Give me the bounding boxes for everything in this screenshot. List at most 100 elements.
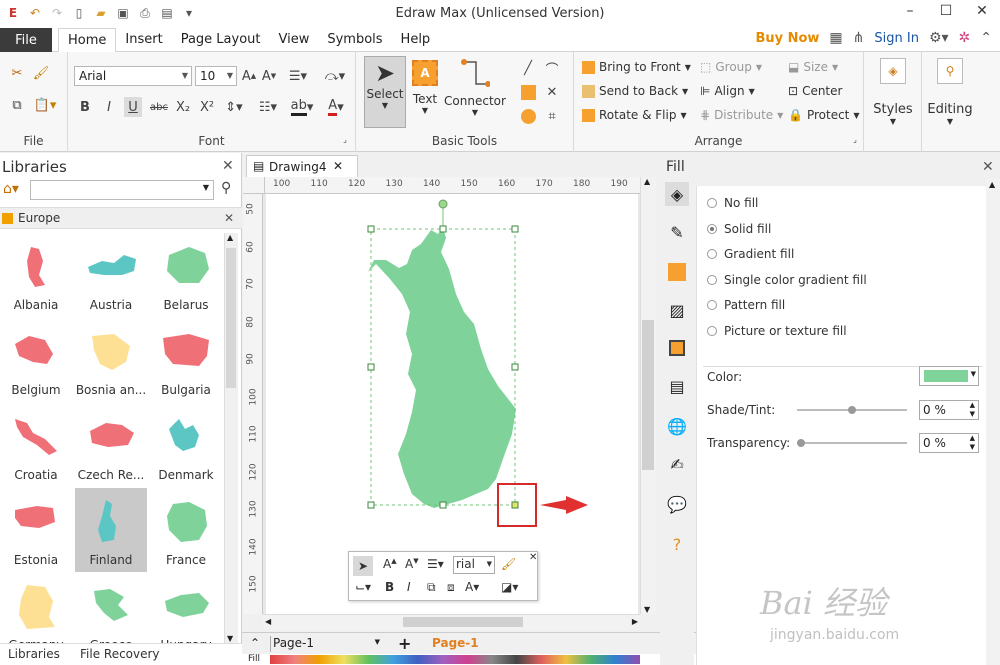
theme-icon[interactable]: ✲ [959,30,971,46]
library-item-france[interactable]: France [150,488,222,572]
document-close-icon[interactable]: ✕ [333,159,343,173]
file-recovery-tab[interactable]: File Recovery [80,647,160,661]
fill-option-picture-or-texture-fill[interactable]: Picture or texture fill [707,324,847,338]
library-item-albania[interactable]: Albania [0,233,72,317]
finland-shape[interactable] [368,228,516,508]
shrink-font-icon[interactable]: A ▼ [260,66,278,86]
shade-input[interactable]: 0 % ▲ ▼ [919,400,979,420]
handle-bottom-right[interactable] [511,501,519,509]
transparency-slider-knob[interactable] [797,439,805,447]
copy-icon[interactable]: ⧉ [8,96,26,114]
fill-panel-scrollbar[interactable]: ▲ [986,178,1000,665]
handle-top-middle[interactable] [439,225,447,233]
tab-help[interactable]: Help [392,28,440,52]
fill-option-pattern-fill[interactable]: Pattern fill [707,298,785,312]
font-family-select[interactable]: Arial ▼ [74,66,192,86]
add-page-icon[interactable]: + [398,634,411,653]
rotate-flip-button[interactable]: Rotate & Flip ▼ [582,108,687,122]
bold-icon[interactable]: B [76,97,94,117]
line-tool-icon[interactable]: ╱ [518,58,538,78]
canvas-horizontal-scrollbar[interactable]: ◀ ▶ [263,614,640,630]
mini-italic-icon[interactable]: I [407,580,411,594]
mini-shrink-font-icon[interactable]: A▼ [405,557,419,571]
color-palette[interactable] [270,655,640,664]
shade-slider-knob[interactable] [848,406,856,414]
library-item-estonia[interactable]: Estonia [0,488,72,572]
libraries-tab[interactable]: Libraries [8,647,60,661]
rotation-handle[interactable] [438,199,448,209]
home-icon[interactable]: ⌂▾ [3,181,19,197]
mini-send-back-icon[interactable]: ⧈ [447,580,455,595]
store-icon[interactable]: ▦ [829,30,842,46]
handle-middle-left[interactable] [367,363,375,371]
library-item-belgium[interactable]: Belgium [0,318,72,402]
arc-tool-icon[interactable]: ⌒ [542,58,562,78]
fill-option-gradient-fill[interactable]: Gradient fill [707,247,794,261]
text-spacing-icon[interactable]: ⤼▾ [320,66,350,86]
transparency-input[interactable]: 0 % ▲ ▼ [919,433,979,453]
rectangle-tool-icon[interactable] [518,82,538,102]
bullets-icon[interactable]: ☷▾ [254,97,282,117]
canvas-vertical-thumb[interactable] [642,320,654,470]
paste-icon[interactable]: 📋▾ [32,96,58,114]
superscript-icon[interactable]: X² [198,97,216,117]
help-icon[interactable]: ? [665,532,689,556]
mini-align-icon[interactable]: ☰▾ [427,557,444,571]
library-item-denmark[interactable]: Denmark [150,403,222,487]
mini-font-color-icon[interactable]: A▾ [465,580,479,594]
fill-option-solid-fill[interactable]: Solid fill [707,222,771,236]
line-style-icon[interactable]: ✎ [665,220,689,244]
settings-gear-icon[interactable]: ⚙▾ [929,30,949,46]
tab-page-layout[interactable]: Page Layout [172,28,270,52]
page-icon[interactable]: ▤ [665,374,689,398]
library-item-bulgaria[interactable]: Bulgaria [150,318,222,402]
library-item-greece[interactable]: Greece [75,573,147,643]
connector-button[interactable]: Connector ▼ [444,56,506,128]
cut-icon[interactable]: ✂ [8,64,26,82]
mini-format-painter-icon[interactable]: 🖌 [501,557,516,571]
libraries-close-icon[interactable]: ✕ [222,158,234,174]
library-item-hungary[interactable]: Hungary [150,573,222,643]
page-select[interactable]: Page-1 ▼ [270,636,382,652]
image-icon[interactable]: ▨ [665,298,689,322]
library-item-germany[interactable]: Germany [0,573,72,643]
align-button[interactable]: ⊫ Align ▼ [700,84,755,98]
maximize-icon[interactable]: ☐ [928,0,964,22]
size-button[interactable]: ⬓ Size ▼ [788,60,838,74]
mini-bold-icon[interactable]: B [385,580,394,594]
handle-bottom-left[interactable] [367,501,375,509]
editing-button[interactable]: ⚲ Editing ▼ [924,58,976,144]
underline-icon[interactable]: U [124,97,142,117]
tab-file[interactable]: File [0,28,52,52]
library-item-croatia[interactable]: Croatia [0,403,72,487]
line-spacing-icon[interactable]: ⇕▾ [220,97,248,117]
minimize-icon[interactable]: – [892,0,928,22]
globe-icon[interactable]: 🌐 [665,414,689,438]
library-search-icon[interactable]: ⚲ [221,180,231,196]
collapse-ribbon-icon[interactable]: ⌃ [980,30,992,46]
strikethrough-icon[interactable]: abc [148,97,170,117]
library-item-finland[interactable]: Finland [75,488,147,572]
sign-in-link[interactable]: Sign In [874,31,919,46]
select-button[interactable]: ➤ Select ▼ [364,56,406,128]
layer-icon[interactable] [665,336,689,360]
fill-tool-icon[interactable]: ◈ [665,182,689,206]
styles-button[interactable]: ◈ Styles ▼ [868,58,918,144]
handle-middle-right[interactable] [511,363,519,371]
comment-icon[interactable]: 💬 [665,492,689,516]
library-scroll-thumb[interactable] [226,248,236,388]
align-text-icon[interactable]: ☰▾ [284,66,312,86]
library-search-input[interactable]: ▼ [30,180,214,200]
ellipse-tool-icon[interactable] [518,106,538,126]
subscript-icon[interactable]: X₂ [174,97,192,117]
handle-bottom-middle[interactable] [439,501,447,509]
cross-tool-icon[interactable]: ✕ [542,82,562,102]
text-button[interactable]: A Text ▼ [408,56,442,128]
protect-button[interactable]: 🔒 Protect ▼ [788,108,860,122]
share-icon[interactable]: ⋔ [853,30,865,46]
category-close-icon[interactable]: ✕ [224,211,234,225]
mini-grow-font-icon[interactable]: A▲ [383,557,397,571]
font-size-select[interactable]: 10 ▼ [195,66,237,86]
shadow-icon[interactable] [665,260,689,284]
close-icon[interactable]: ✕ [964,0,1000,22]
